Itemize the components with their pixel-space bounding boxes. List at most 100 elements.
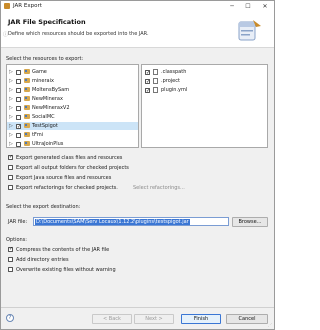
browse-button[interactable]: Browse... — [232, 217, 268, 227]
project-row[interactable]: ▷ NewMinerax — [7, 95, 138, 103]
project-folder-icon — [24, 96, 30, 101]
file-row[interactable]: .classpath — [142, 68, 267, 77]
export-option[interactable]: Export all output folders for checked pr… — [8, 164, 268, 172]
title-bar: JAR Export ─ ☐ ✕ — [1, 1, 274, 12]
project-name: TestSpigot — [32, 123, 58, 129]
export-option[interactable]: Export Java source files and resources — [8, 174, 268, 182]
project-checkbox[interactable] — [16, 96, 21, 102]
file-checkbox[interactable] — [145, 69, 150, 77]
footer-divider — [1, 307, 274, 308]
cancel-button[interactable]: Cancel — [226, 314, 268, 324]
file-icon — [153, 87, 158, 93]
project-folder-icon — [24, 132, 30, 137]
select-refactorings-link[interactable]: Select refactorings... — [133, 185, 185, 191]
export-option[interactable]: Export refactorings for checked projects… — [8, 184, 268, 192]
option-checkbox[interactable] — [8, 246, 13, 252]
expand-arrow-icon[interactable]: ▷ — [9, 140, 13, 147]
project-checkbox[interactable] — [16, 132, 21, 138]
jar-export-window: JAR Export ─ ☐ ✕ JAR File Specification … — [0, 0, 275, 330]
page-title: JAR File Specification — [8, 18, 86, 26]
project-folder-icon — [24, 87, 30, 92]
project-folder-icon — [24, 69, 30, 74]
project-name: mineraix — [32, 78, 54, 84]
help-button[interactable]: ? — [6, 314, 14, 322]
jar-option[interactable]: Add directory entries — [8, 256, 268, 264]
project-name: UltraJoinPlus — [32, 141, 64, 147]
jar-file-path: D:\Documents\SAM\Serv Locaux\1.12.2\plug… — [35, 219, 190, 225]
expand-arrow-icon[interactable]: ▷ — [9, 131, 13, 139]
project-name: tFmi — [32, 132, 44, 138]
expand-arrow-icon[interactable]: ▷ — [9, 86, 13, 94]
jar-app-icon — [4, 3, 10, 9]
expand-arrow-icon[interactable]: ▷ — [9, 68, 13, 76]
option-checkbox[interactable] — [8, 154, 13, 160]
option-checkbox[interactable] — [8, 165, 13, 170]
jar-banner-icon — [238, 20, 261, 41]
project-name: Game — [32, 69, 47, 75]
resources-label: Select the resources to export: — [6, 56, 84, 62]
project-row[interactable]: ▷ TestSpigot — [7, 122, 138, 131]
project-row[interactable]: ▷ UltraJoinPlus — [7, 140, 138, 147]
project-name: NewMinerax — [32, 96, 63, 102]
jar-option[interactable]: Overwrite existing files without warning — [8, 266, 268, 274]
file-name: .classpath — [161, 69, 187, 75]
project-checkbox[interactable] — [16, 87, 21, 93]
project-row[interactable]: ▷ SocialMC — [7, 113, 138, 121]
export-option[interactable]: Export generated class files and resourc… — [8, 154, 268, 162]
options-label: Options: — [6, 237, 27, 243]
project-folder-icon — [24, 78, 30, 83]
maximize-button[interactable]: ☐ — [242, 1, 254, 12]
back-button[interactable]: < Back — [92, 314, 132, 324]
project-checkbox[interactable] — [16, 78, 21, 84]
option-label: Add directory entries — [16, 257, 69, 263]
expand-arrow-icon[interactable]: ▷ — [9, 122, 13, 130]
option-label: Overwrite existing files without warning — [16, 267, 116, 273]
expand-arrow-icon[interactable]: ▷ — [9, 95, 13, 103]
next-button[interactable]: Next > — [134, 314, 174, 324]
page-description: Define which resources should be exporte… — [8, 31, 149, 37]
option-checkbox[interactable] — [8, 267, 13, 272]
expand-arrow-icon[interactable]: ▷ — [9, 104, 13, 112]
option-label: Export generated class files and resourc… — [16, 155, 123, 161]
window-title: JAR Export — [13, 3, 42, 9]
project-row[interactable]: ▷ Game — [7, 68, 138, 76]
project-tree[interactable]: ▷ Game ▷ mineraix ▷ MoltensBySam ▷ NewMinerax ▷ N… — [6, 64, 139, 148]
jar-option[interactable]: Compress the contents of the JAR file — [8, 246, 268, 254]
file-icon — [153, 69, 158, 75]
minimize-button[interactable]: ─ — [226, 1, 238, 12]
jar-file-label: JAR file: — [8, 219, 28, 225]
expand-arrow-icon[interactable]: ▷ — [9, 77, 13, 85]
project-row[interactable]: ▷ NewMineraxV2 — [7, 104, 138, 112]
project-name: SocialMC — [32, 114, 55, 120]
option-checkbox[interactable] — [8, 175, 13, 180]
file-row[interactable]: .project — [142, 77, 267, 86]
option-label: Export all output folders for checked pr… — [16, 165, 129, 171]
project-checkbox[interactable] — [16, 114, 21, 120]
project-folder-icon — [24, 141, 30, 146]
option-checkbox[interactable] — [8, 185, 13, 190]
project-folder-icon — [24, 123, 30, 128]
close-button[interactable]: ✕ — [259, 1, 271, 12]
project-checkbox[interactable] — [16, 141, 21, 147]
project-row[interactable]: ▷ MoltensBySam — [7, 86, 138, 94]
project-name: MoltensBySam — [32, 87, 70, 93]
file-checkbox[interactable] — [145, 78, 150, 86]
option-checkbox[interactable] — [8, 257, 13, 262]
finish-button[interactable]: Finish — [181, 314, 221, 324]
project-row[interactable]: ▷ tFmi — [7, 131, 138, 139]
file-icon — [153, 78, 158, 84]
project-row[interactable]: ▷ mineraix — [7, 77, 138, 85]
resize-grip-icon[interactable]: ⋰ — [268, 322, 272, 327]
project-checkbox[interactable] — [16, 123, 21, 131]
option-label: Compress the contents of the JAR file — [16, 247, 110, 253]
file-list[interactable]: .classpath .project plugin.yml — [141, 64, 268, 148]
file-name: plugin.yml — [161, 87, 188, 93]
file-checkbox[interactable] — [145, 87, 150, 95]
project-folder-icon — [24, 114, 30, 119]
project-checkbox[interactable] — [16, 69, 21, 75]
expand-arrow-icon[interactable]: ▷ — [9, 113, 13, 121]
file-row[interactable]: plugin.yml — [142, 86, 267, 95]
jar-file-input[interactable]: D:\Documents\SAM\Serv Locaux\1.12.2\plug… — [33, 217, 229, 226]
project-checkbox[interactable] — [16, 105, 21, 111]
project-folder-icon — [24, 105, 30, 110]
